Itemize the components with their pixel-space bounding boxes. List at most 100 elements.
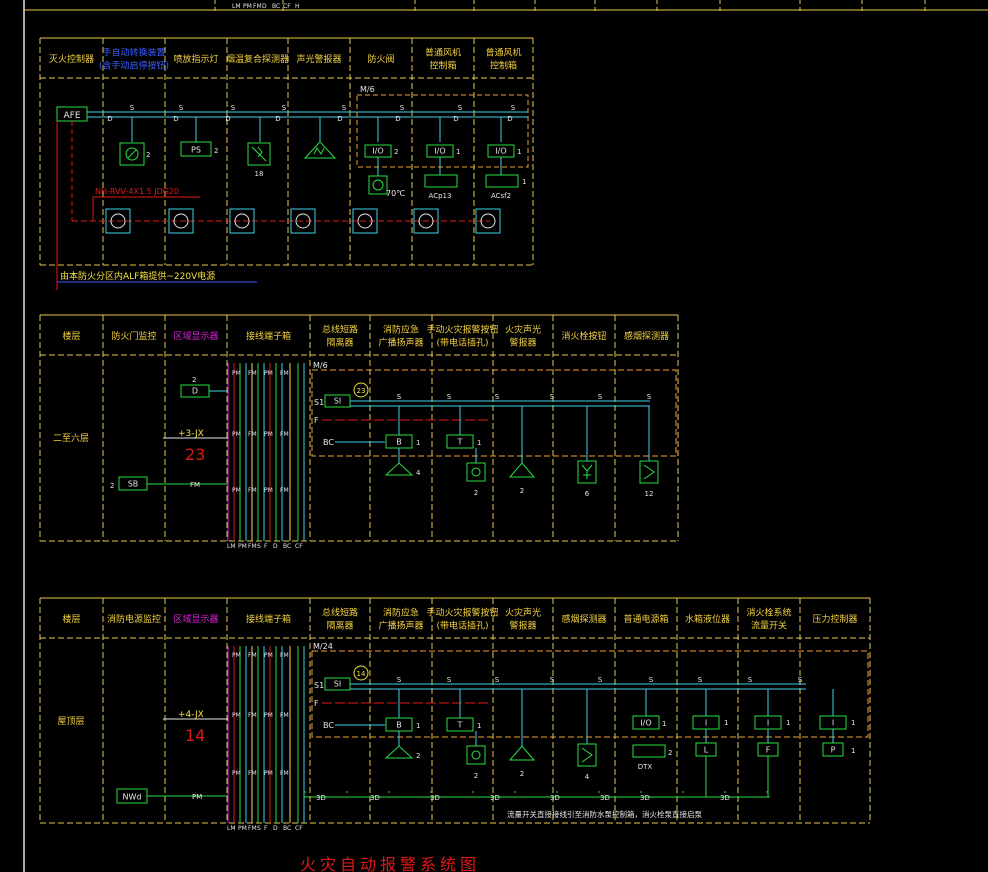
terminal-tag: FM bbox=[280, 487, 289, 494]
bus-marker-s: S bbox=[397, 676, 402, 684]
section3-note: 流量开关直接接线引至消防水泵控制箱，消火栓泵直接启泵 bbox=[507, 809, 702, 819]
afe-label: AFE bbox=[63, 111, 80, 121]
input-module-label: I bbox=[767, 719, 769, 728]
bus-marker-s: S bbox=[282, 104, 287, 112]
broadcast-module-count: 1 bbox=[416, 722, 420, 730]
column-header: 普通电源箱 bbox=[623, 613, 668, 625]
top-terminal-label: CF bbox=[283, 3, 291, 10]
power-note: 由本防火分区内ALF箱提供~220V电源 bbox=[60, 270, 215, 282]
fan-count: 1 bbox=[522, 178, 526, 186]
bus-marker-s: S bbox=[458, 104, 463, 112]
smoke-count: 12 bbox=[645, 490, 654, 498]
terminal-bottom-label: CF bbox=[295, 543, 303, 550]
terminal-tag: FM bbox=[280, 652, 289, 659]
short-circuit-isolator-label: SI bbox=[334, 680, 341, 689]
terminal-tag: PM bbox=[264, 770, 273, 777]
column-header: 总线短路 bbox=[322, 607, 358, 619]
valve-temp: 70℃ bbox=[386, 189, 405, 198]
power-monitor-box-label: NWd bbox=[123, 793, 142, 802]
column-header: 接线端子箱 bbox=[246, 613, 291, 625]
bus-marker-d: D bbox=[173, 115, 178, 123]
bus-marker-s: S bbox=[550, 393, 555, 401]
bus-marker-s: S bbox=[647, 393, 652, 401]
smoke-count: 4 bbox=[585, 773, 590, 781]
manual-count: 2 bbox=[474, 772, 478, 780]
loop-bus-label: M/6 bbox=[313, 361, 328, 370]
alarm-count: 2 bbox=[520, 487, 524, 495]
fire-alarm-system-diagram: LM PM FM D BC CF H 灭火控制器手自动转换装置(含手动启停按钮)喷放指示灯烟… bbox=[0, 0, 988, 872]
column-header: 感烟探测器 bbox=[561, 613, 606, 625]
bus-marker-d: D bbox=[275, 115, 280, 123]
io-count: 1 bbox=[662, 720, 666, 728]
column-header: 总线短路 bbox=[322, 324, 358, 336]
loop-bus-label: M/24 bbox=[313, 642, 333, 651]
ps-count: 2 bbox=[214, 147, 218, 155]
column-header: 消防应急 bbox=[383, 607, 419, 619]
speaker-count: 4 bbox=[416, 469, 421, 477]
phone-module-label: T bbox=[457, 438, 463, 447]
column-header: 控制箱 bbox=[490, 60, 517, 72]
io-module-label: I/O bbox=[372, 147, 383, 156]
terminal-tag: PM bbox=[264, 431, 273, 438]
manual-count: 2 bbox=[146, 151, 150, 159]
input-module-count: 1 bbox=[786, 719, 790, 727]
terminal-tag: FM bbox=[280, 770, 289, 777]
terminal-tag: FM bbox=[248, 370, 257, 377]
floor-label: 二至六层 bbox=[53, 432, 89, 444]
power-bus-label: 3D bbox=[316, 794, 326, 802]
input-module-label: I bbox=[705, 719, 707, 728]
terminal-tag: PM bbox=[232, 770, 241, 777]
column-header: 压力控制器 bbox=[812, 613, 857, 625]
bc-line-label: BC bbox=[323, 721, 334, 730]
terminal-tag: FM bbox=[248, 652, 257, 659]
power-bus-label: 3D bbox=[370, 794, 380, 802]
terminal-bottom-label: D bbox=[273, 825, 278, 832]
column-header: 消火栓按钮 bbox=[561, 330, 606, 342]
column-header: 警报器 bbox=[509, 620, 536, 632]
bus-marker-s: S bbox=[447, 393, 452, 401]
terminal-tag: PM bbox=[232, 652, 241, 659]
column-header: 灭火控制器 bbox=[49, 53, 94, 65]
column-header: 隔离器 bbox=[326, 620, 353, 632]
power-bus-label: 3D bbox=[490, 794, 500, 802]
top-terminal-label: BC bbox=[272, 3, 280, 10]
power-bus-label: 3D bbox=[600, 794, 610, 802]
terminal-tag: PM bbox=[232, 487, 241, 494]
terminal-bottom-label: PM bbox=[238, 825, 247, 832]
manual-count: 2 bbox=[474, 489, 478, 497]
top-terminal-label: FM bbox=[253, 3, 262, 10]
top-terminal-label: D bbox=[262, 3, 267, 10]
cable-label: NH-RVV-4X1.5 JDG20 bbox=[95, 187, 179, 196]
column-header: (含手动启停按钮) bbox=[99, 60, 169, 72]
bc-line-label: BC bbox=[323, 438, 334, 447]
io-count: 1 bbox=[517, 148, 521, 156]
bus-marker-s: S bbox=[342, 104, 347, 112]
column-header: 警报器 bbox=[509, 337, 536, 349]
loop-device-count: 14 bbox=[357, 670, 366, 678]
power-bus-label: 3D bbox=[720, 794, 730, 802]
bus-marker-d: D bbox=[225, 115, 230, 123]
top-terminal-label: PM bbox=[243, 3, 252, 10]
column-header: 手自动转换装置 bbox=[102, 47, 165, 59]
terminal-tag: FM bbox=[248, 487, 257, 494]
bus-marker-s: S bbox=[231, 104, 236, 112]
level-sensor-label: L bbox=[704, 746, 709, 755]
column-header: 消防应急 bbox=[383, 324, 419, 336]
bus-marker-s: S bbox=[511, 104, 516, 112]
phone-module-label: T bbox=[457, 721, 463, 730]
column-header: 火灾声光 bbox=[505, 324, 541, 336]
column-header: 消防电源监控 bbox=[107, 613, 161, 625]
terminal-bottom-label: LM bbox=[227, 543, 236, 550]
terminal-bottom-label: PM bbox=[238, 543, 247, 550]
f-line-label: F bbox=[314, 416, 319, 425]
bus-marker-s: S bbox=[495, 676, 500, 684]
bus-marker-d: D bbox=[507, 115, 512, 123]
terminal-tag: PM bbox=[232, 712, 241, 719]
column-header: 感烟探测器 bbox=[624, 330, 669, 342]
column-header: 接线端子箱 bbox=[246, 330, 291, 342]
fan-label: ACsf2 bbox=[491, 192, 511, 200]
terminal-tag: PM bbox=[264, 652, 273, 659]
broadcast-module-label: B bbox=[396, 438, 402, 447]
terminal-bottom-label: F bbox=[264, 543, 268, 550]
detector-count: 18 bbox=[255, 170, 264, 178]
